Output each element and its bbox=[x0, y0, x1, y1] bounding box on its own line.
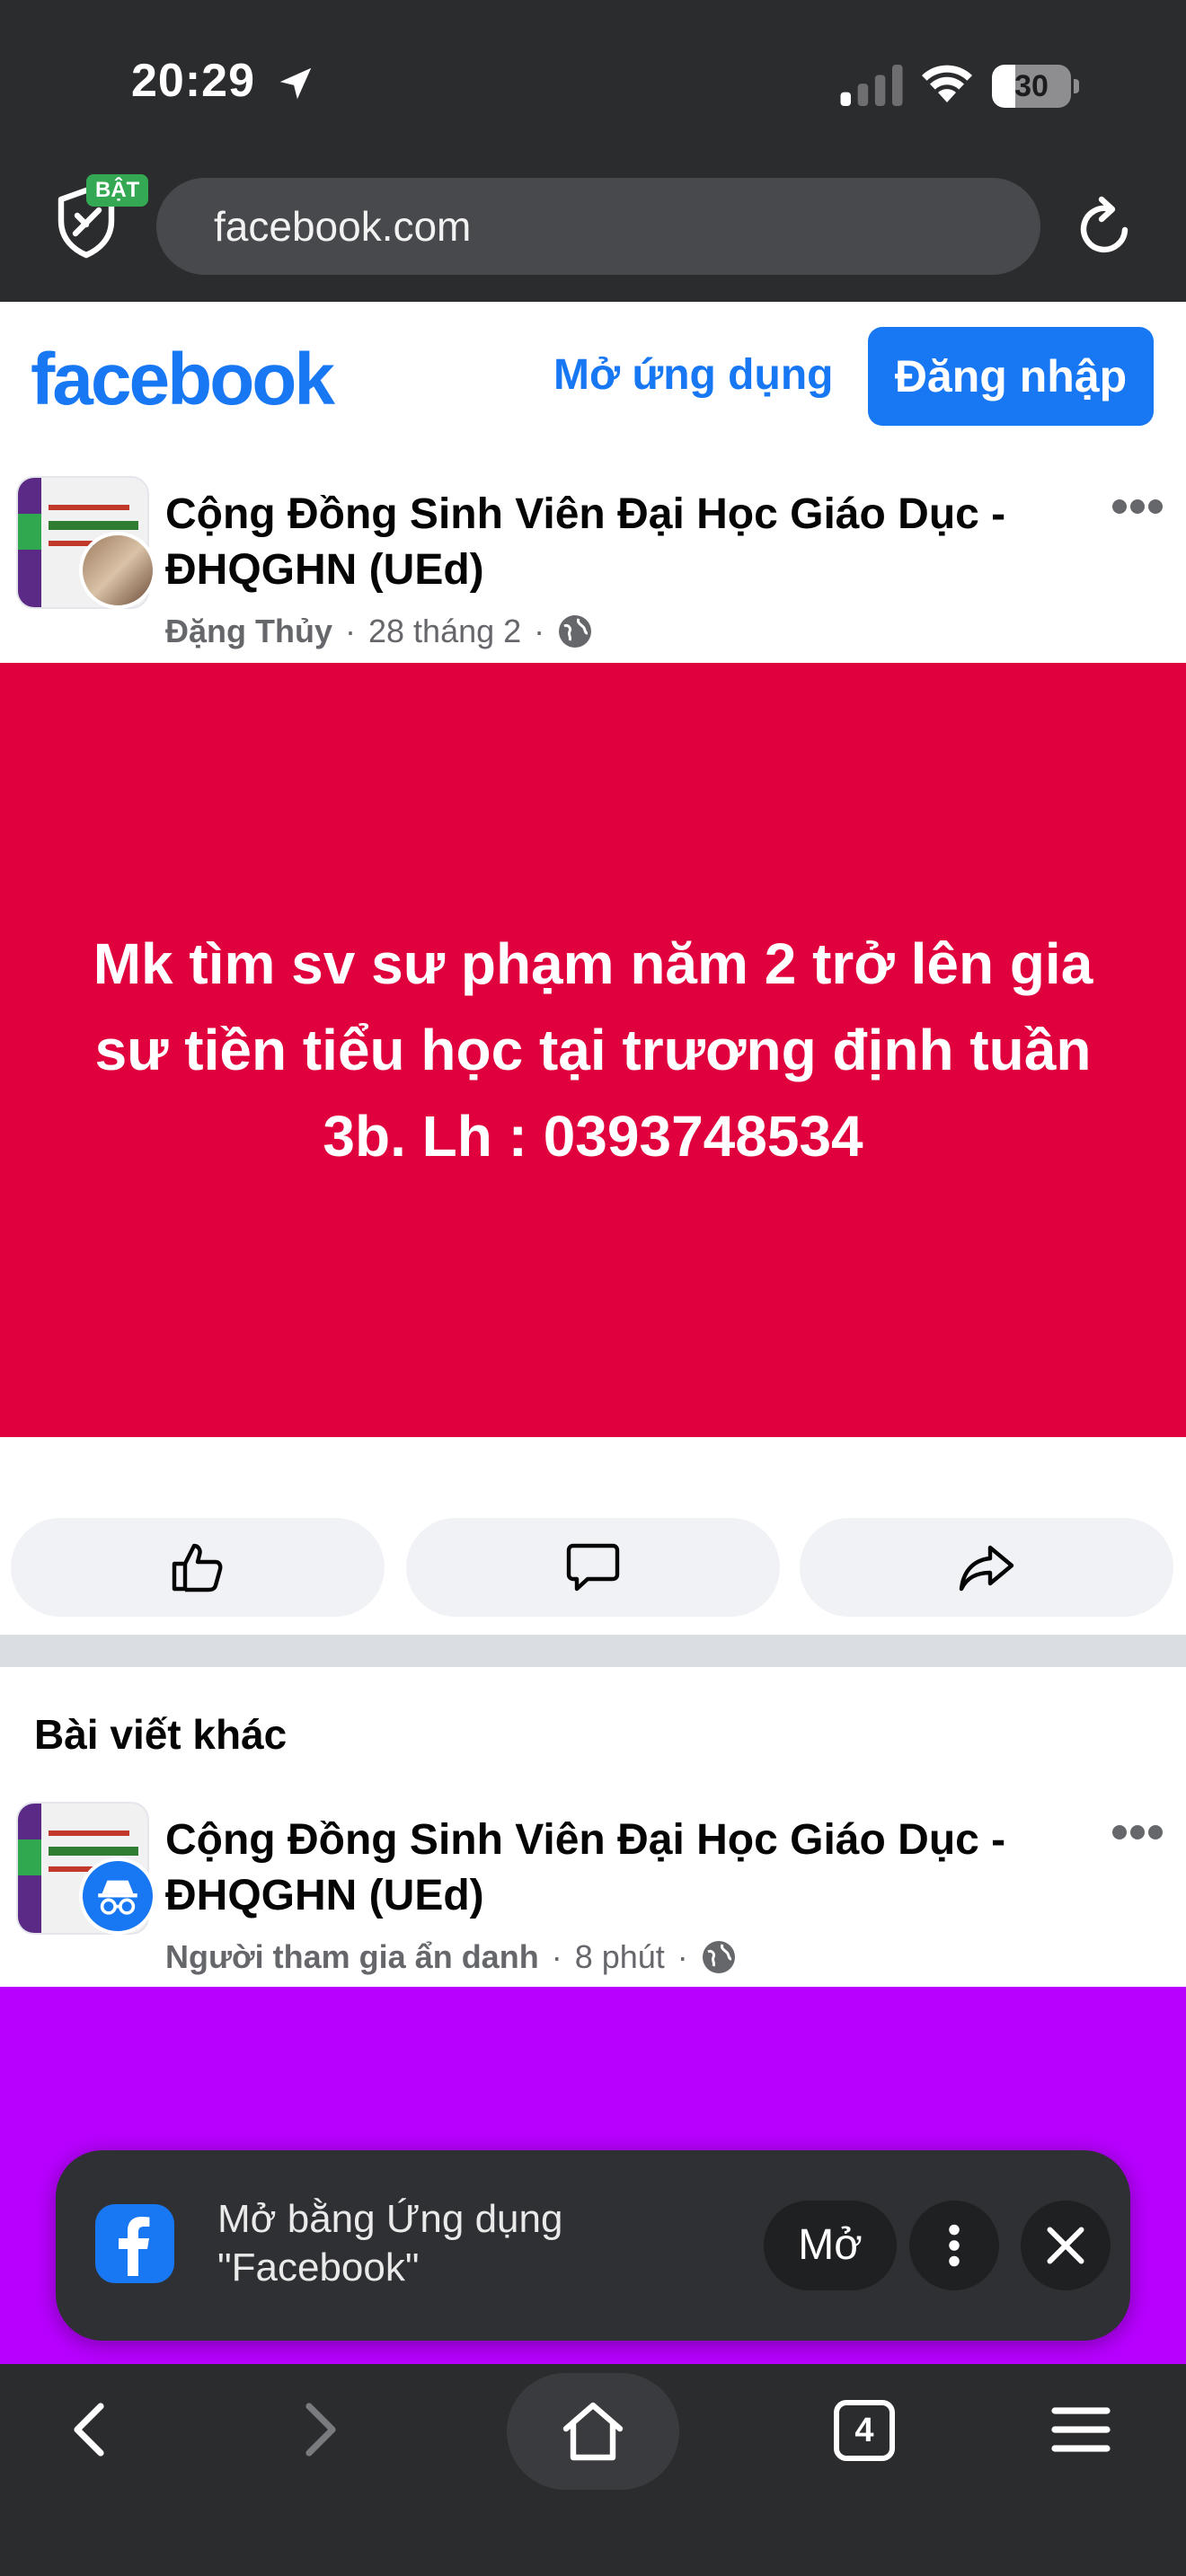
anonymous-avatar[interactable] bbox=[79, 1857, 156, 1935]
reload-icon[interactable] bbox=[1075, 194, 1136, 259]
post-header: Cộng Đồng Sinh Viên Đại Học Giáo Dục - Đ… bbox=[0, 1793, 1186, 1975]
facebook-header: facebook Mở ứng dụng Đăng nhập bbox=[0, 302, 1186, 449]
share-button[interactable] bbox=[800, 1518, 1173, 1617]
other-posts-heading: Bài viết khác bbox=[34, 1711, 288, 1758]
location-arrow-icon bbox=[279, 67, 312, 100]
login-button[interactable]: Đăng nhập bbox=[868, 327, 1154, 426]
browser-chrome: 20:29 30 BẬT facebook.com bbox=[0, 0, 1186, 302]
battery-percent: 30 bbox=[1014, 69, 1049, 103]
incognito-icon bbox=[98, 1880, 137, 1915]
menu-icon[interactable] bbox=[1051, 2404, 1111, 2456]
forward-icon[interactable] bbox=[293, 2398, 347, 2461]
globe-icon bbox=[702, 1941, 735, 1973]
home-button[interactable] bbox=[507, 2373, 679, 2490]
post-actions bbox=[0, 1518, 1186, 1617]
like-button[interactable] bbox=[11, 1518, 385, 1617]
open-app-link[interactable]: Mở ứng dụng bbox=[553, 350, 833, 400]
like-icon bbox=[172, 1543, 223, 1592]
open-in-app-button[interactable]: Mở bbox=[764, 2201, 897, 2290]
post-date[interactable]: 28 tháng 2 bbox=[368, 613, 521, 650]
comment-icon bbox=[566, 1543, 620, 1592]
facebook-logo[interactable]: facebook bbox=[31, 338, 335, 422]
wifi-icon bbox=[922, 65, 972, 102]
open-in-app-banner: Mở bằng Ứng dụng "Facebook" Mở bbox=[56, 2150, 1130, 2341]
post-group-title[interactable]: Cộng Đồng Sinh Viên Đại Học Giáo Dục - Đ… bbox=[165, 1813, 1064, 1924]
more-vertical-icon bbox=[949, 2224, 960, 2267]
post-author[interactable]: Đặng Thủy bbox=[165, 613, 332, 650]
more-icon[interactable] bbox=[1111, 498, 1164, 516]
comment-button[interactable] bbox=[406, 1518, 780, 1617]
post-group-title[interactable]: Cộng Đồng Sinh Viên Đại Học Giáo Dục - Đ… bbox=[165, 487, 1064, 598]
battery-indicator: 30 bbox=[992, 65, 1079, 108]
close-icon bbox=[1047, 2227, 1084, 2264]
banner-text: Mở bằng Ứng dụng "Facebook" bbox=[217, 2197, 563, 2289]
author-avatar[interactable] bbox=[79, 532, 156, 609]
share-icon bbox=[959, 1545, 1014, 1592]
banner-close-button[interactable] bbox=[1021, 2201, 1111, 2290]
status-bar: 20:29 30 bbox=[0, 0, 1186, 171]
status-time: 20:29 bbox=[131, 55, 255, 107]
section-divider bbox=[0, 1635, 1186, 1667]
back-icon[interactable] bbox=[63, 2398, 117, 2461]
url-text: facebook.com bbox=[214, 203, 472, 250]
post-text: Mk tìm sv sư phạm năm 2 trở lên gia sư t… bbox=[93, 931, 1093, 1169]
address-bar[interactable]: facebook.com bbox=[156, 178, 1040, 275]
signal-icon bbox=[840, 65, 903, 106]
facebook-app-icon bbox=[95, 2204, 174, 2283]
tabs-icon[interactable]: 4 bbox=[834, 2400, 895, 2461]
post-background-text[interactable]: Mk tìm sv sư phạm năm 2 trở lên gia sư t… bbox=[0, 663, 1186, 1437]
globe-icon bbox=[559, 615, 592, 648]
post-date[interactable]: 8 phút bbox=[575, 1938, 665, 1976]
post-header: Cộng Đồng Sinh Viên Đại Học Giáo Dục - Đ… bbox=[0, 467, 1186, 650]
more-icon[interactable] bbox=[1111, 1823, 1164, 1841]
shield-status-badge: BẬT bbox=[86, 174, 149, 207]
banner-more-button[interactable] bbox=[909, 2201, 999, 2290]
post-author[interactable]: Người tham gia ẩn danh bbox=[165, 1938, 539, 1976]
post-meta: Đặng Thủy · 28 tháng 2 · bbox=[165, 613, 593, 650]
browser-toolbar: 4 bbox=[0, 2364, 1186, 2576]
home-icon bbox=[562, 2402, 624, 2461]
post-meta: Người tham gia ẩn danh · 8 phút · bbox=[165, 1938, 737, 1976]
